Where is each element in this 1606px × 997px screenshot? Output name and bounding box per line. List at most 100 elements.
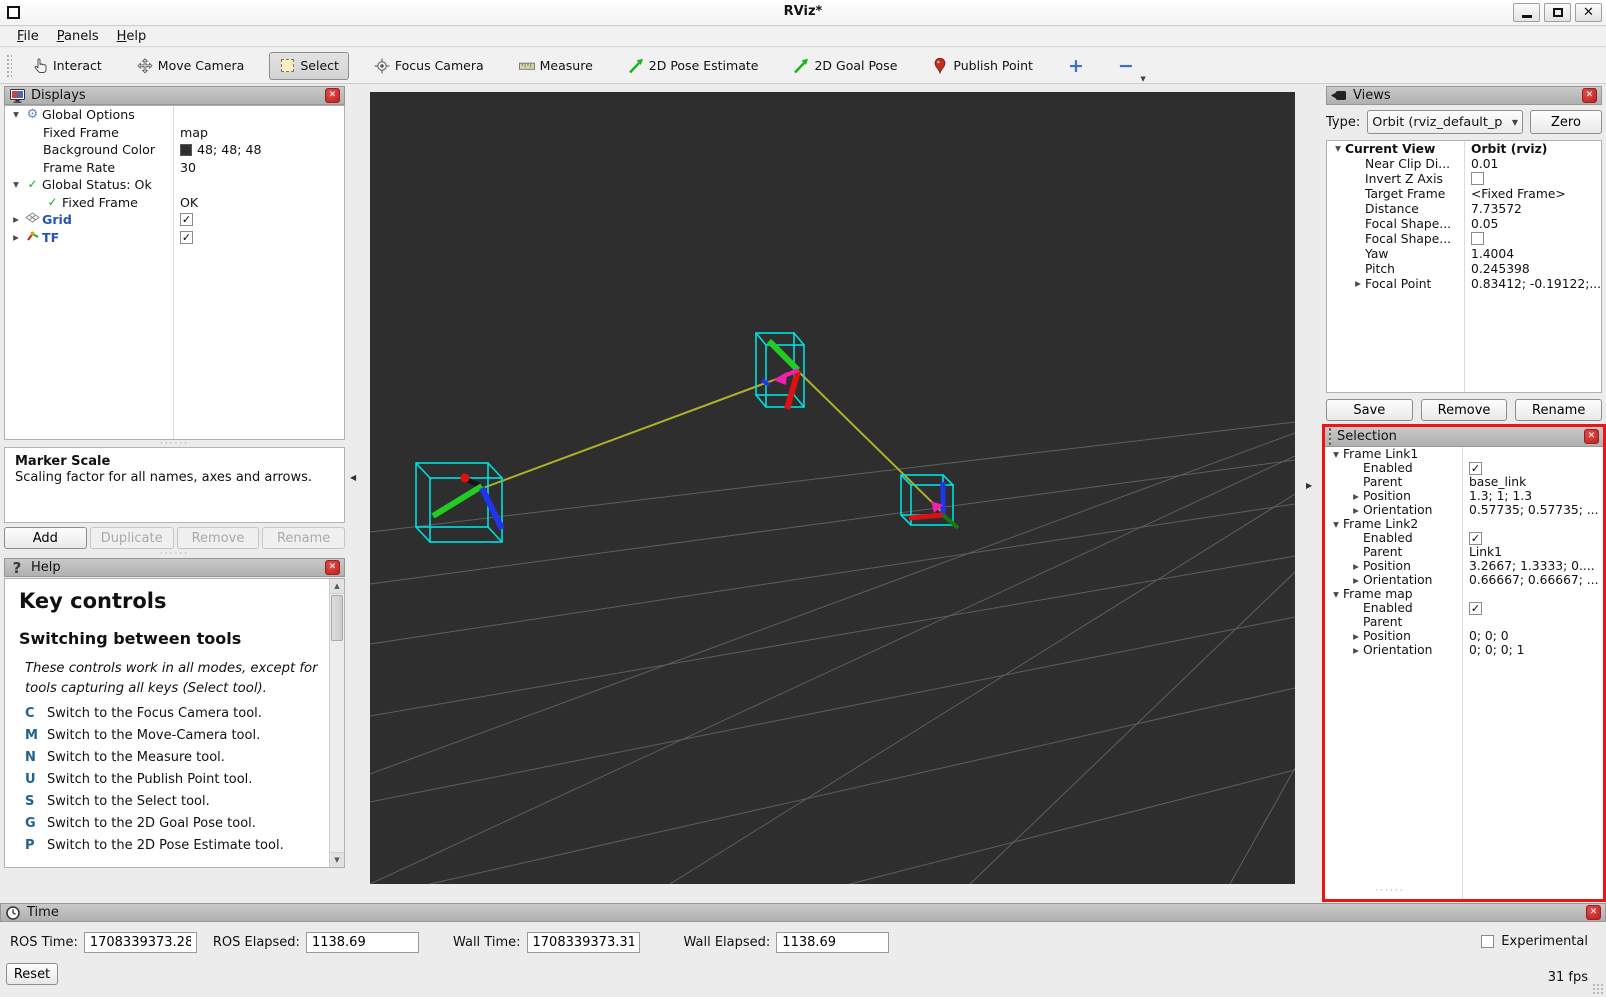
zero-button[interactable]: Zero: [1530, 110, 1602, 134]
add-button[interactable]: Add: [4, 527, 87, 549]
scrollbar-thumb[interactable]: [331, 595, 343, 641]
property-value[interactable]: 1.3; 1; 1.3: [1462, 489, 1603, 503]
scroll-up-icon[interactable]: ▲: [330, 579, 344, 594]
property-value[interactable]: base_link: [1462, 475, 1603, 489]
tree-row[interactable]: Enabled✓: [1325, 531, 1603, 545]
tree-row[interactable]: ▶Orientation0; 0; 0; 1: [1325, 643, 1603, 657]
tree-row[interactable]: Fixed Framemap: [5, 124, 344, 142]
resize-grip[interactable]: [1592, 983, 1604, 995]
property-value[interactable]: Orbit (rviz): [1464, 142, 1601, 156]
menu-item-help[interactable]: Help: [108, 28, 156, 45]
minimize-button[interactable]: [1513, 3, 1540, 22]
property-value[interactable]: [1464, 172, 1601, 185]
wall-time-input[interactable]: [527, 932, 640, 953]
wall-elapsed-input[interactable]: [776, 932, 889, 953]
property-value[interactable]: 48; 48; 48: [173, 142, 344, 157]
property-value[interactable]: 0.05: [1464, 217, 1601, 231]
toolbar-drag-handle[interactable]: [6, 54, 12, 78]
property-value[interactable]: OK: [173, 195, 344, 210]
splitter-handle[interactable]: ······: [4, 551, 345, 557]
tool-select[interactable]: Select: [269, 52, 349, 80]
selection-panel-header[interactable]: Selection ✕: [1325, 427, 1603, 447]
tree-row[interactable]: ▶Position1.3; 1; 1.3: [1325, 489, 1603, 503]
duplicate-button[interactable]: Duplicate: [90, 527, 174, 549]
property-value[interactable]: [1464, 232, 1601, 245]
menu-item-file[interactable]: File: [8, 28, 48, 45]
help-panel-header[interactable]: ? Help ✕: [4, 558, 345, 577]
expander-closed-icon[interactable]: ▶: [9, 215, 23, 224]
property-value[interactable]: 1.4004: [1464, 247, 1601, 261]
tree-row[interactable]: ▶Position0; 0; 0: [1325, 629, 1603, 643]
rename-button[interactable]: Rename: [1515, 399, 1602, 421]
tool-2d-goal-pose[interactable]: 2D Goal Pose: [783, 52, 907, 80]
tree-row[interactable]: ParentLink1: [1325, 545, 1603, 559]
expander-closed-icon[interactable]: ▶: [1349, 576, 1363, 585]
tool-focus-camera[interactable]: Focus Camera: [364, 52, 494, 80]
title-bar[interactable]: RViz* ✕: [0, 0, 1606, 26]
property-value[interactable]: ✓: [1462, 532, 1603, 545]
property-value[interactable]: 0; 0; 0: [1462, 629, 1603, 643]
splitter-handle[interactable]: ······: [1330, 888, 1450, 894]
tree-row[interactable]: ▶TF✓: [5, 229, 344, 247]
property-value[interactable]: 0.01: [1464, 157, 1601, 171]
close-window-button[interactable]: ✕: [1575, 3, 1602, 22]
property-value[interactable]: Link1: [1462, 545, 1603, 559]
tree-row[interactable]: Background Color48; 48; 48: [5, 141, 344, 159]
property-value[interactable]: ✓: [173, 231, 344, 244]
expander-closed-icon[interactable]: ▶: [1349, 646, 1363, 655]
tree-row[interactable]: ▼✓Global Status: Ok: [5, 176, 344, 194]
checkbox[interactable]: ✓: [180, 213, 193, 226]
property-value[interactable]: 0.57735; 0.57735; ...: [1462, 503, 1603, 517]
close-help-button[interactable]: ✕: [325, 560, 340, 575]
reset-button[interactable]: Reset: [6, 963, 58, 985]
tree-row[interactable]: Frame Rate30: [5, 159, 344, 177]
tree-row[interactable]: ▼Frame Link2: [1325, 517, 1603, 531]
property-value[interactable]: map: [173, 125, 344, 140]
close-views-button[interactable]: ✕: [1582, 88, 1597, 103]
remove-button[interactable]: Remove: [177, 527, 260, 549]
time-panel-header[interactable]: Time ✕: [0, 903, 1606, 922]
add-tool-button[interactable]: +: [1058, 55, 1094, 77]
tree-row[interactable]: ▶Position3.2667; 1.3333; 0....: [1325, 559, 1603, 573]
property-value[interactable]: 0; 0; 0; 1: [1462, 643, 1603, 657]
remove-tool-button[interactable]: −▼: [1108, 55, 1144, 77]
expander-open-icon[interactable]: ▼: [9, 180, 23, 189]
tree-row[interactable]: ▼⚙Global Options: [5, 106, 344, 124]
property-value[interactable]: ✓: [1462, 462, 1603, 475]
tree-row[interactable]: Enabled✓: [1325, 461, 1603, 475]
maximize-button[interactable]: [1544, 3, 1571, 22]
view-type-dropdown[interactable]: Orbit (rviz_default_p ▼: [1367, 110, 1523, 134]
column-divider[interactable]: [1464, 141, 1465, 392]
checkbox[interactable]: ✓: [180, 231, 193, 244]
close-time-button[interactable]: ✕: [1586, 905, 1601, 920]
property-value[interactable]: <Fixed Frame>: [1464, 187, 1601, 201]
tree-row[interactable]: ▶Orientation0.66667; 0.66667; ...: [1325, 573, 1603, 587]
property-value[interactable]: ✓: [1462, 602, 1603, 615]
checkbox[interactable]: ✓: [1469, 462, 1482, 475]
close-displays-button[interactable]: ✕: [325, 88, 340, 103]
property-value[interactable]: 0.83412; -0.19122;...: [1464, 277, 1601, 291]
expander-open-icon[interactable]: ▼: [1329, 590, 1343, 599]
tree-row[interactable]: Parent: [1325, 615, 1603, 629]
tool-interact[interactable]: Interact: [22, 52, 112, 80]
render-viewport[interactable]: [370, 92, 1295, 884]
property-value[interactable]: ✓: [173, 213, 344, 226]
tool-measure[interactable]: Measure: [509, 52, 603, 80]
tree-row[interactable]: Enabled✓: [1325, 601, 1603, 615]
property-value[interactable]: 3.2667; 1.3333; 0....: [1462, 559, 1603, 573]
tool-move-camera[interactable]: Move Camera: [127, 52, 255, 80]
close-selection-button[interactable]: ✕: [1584, 429, 1599, 444]
expander-open-icon[interactable]: ▼: [1329, 520, 1343, 529]
expander-closed-icon[interactable]: ▶: [1349, 506, 1363, 515]
expander-closed-icon[interactable]: ▶: [9, 233, 23, 242]
tree-row[interactable]: ▼Frame map: [1325, 587, 1603, 601]
expander-open-icon[interactable]: ▼: [1331, 144, 1345, 153]
tree-row[interactable]: ▼Frame Link1: [1325, 447, 1603, 461]
tree-row[interactable]: Parentbase_link: [1325, 475, 1603, 489]
displays-panel-header[interactable]: Displays ✕: [4, 86, 345, 105]
collapse-left-panel-icon[interactable]: ◀: [350, 473, 356, 482]
expander-open-icon[interactable]: ▼: [9, 110, 23, 119]
expander-closed-icon[interactable]: ▶: [1351, 279, 1365, 288]
collapse-right-panel-icon[interactable]: ▶: [1306, 481, 1312, 490]
save-button[interactable]: Save: [1326, 399, 1413, 421]
